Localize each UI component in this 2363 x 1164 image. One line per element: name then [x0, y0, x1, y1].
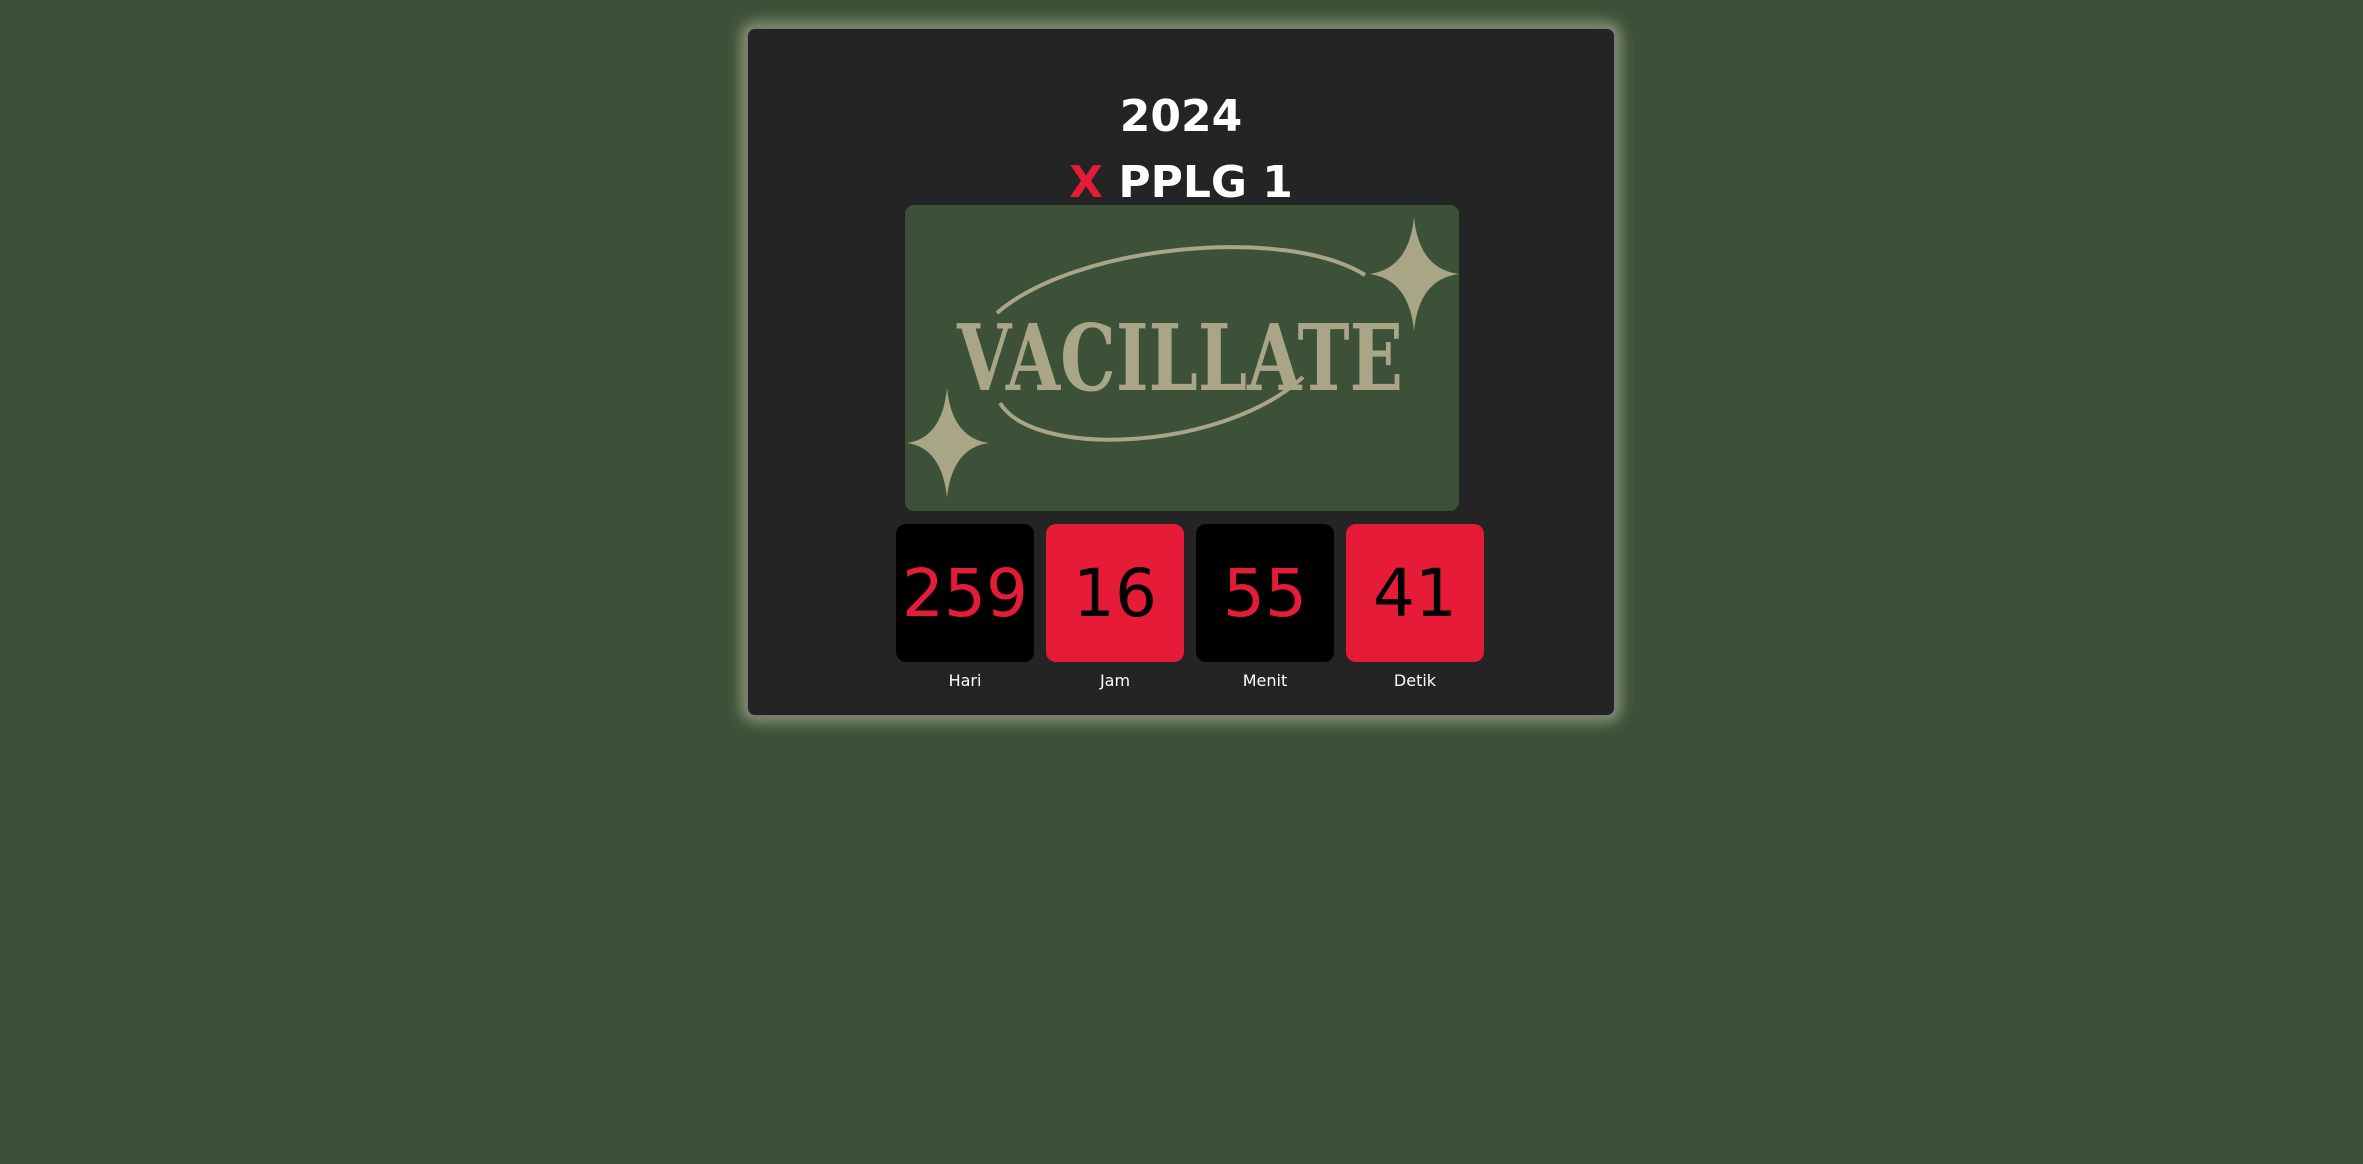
hours-label: Jam — [1099, 671, 1131, 690]
countdown-hours: 16 Jam — [1046, 524, 1184, 691]
seconds-label: Detik — [1393, 671, 1437, 690]
countdown-seconds: 41 Detik — [1346, 524, 1484, 691]
class-title: X PPLG 1 — [748, 153, 1614, 213]
hours-value: 16 — [1046, 524, 1184, 662]
countdown-boxes: 259 Hari 16 Jam 55 Menit 41 Detik — [896, 524, 1484, 694]
seconds-value: 41 — [1346, 524, 1484, 662]
minutes-value: 55 — [1196, 524, 1334, 662]
year-heading: 2024 — [1119, 91, 1243, 142]
class-prefix: X — [1069, 157, 1103, 208]
countdown-minutes: 55 Menit — [1196, 524, 1334, 691]
logo-wordmark: VACILLATE — [956, 304, 1403, 412]
vacillate-logo-image: VACILLATE — [905, 205, 1459, 511]
countdown-days: 259 Hari — [896, 524, 1034, 691]
days-label: Hari — [948, 671, 982, 690]
vacillate-logo-graphic: VACILLATE — [907, 217, 1459, 498]
days-value: 259 — [896, 524, 1034, 662]
countdown-card: 2024 X PPLG 1 VACILLATE 259 Hari 16 Jam … — [745, 26, 1617, 718]
minutes-label: Menit — [1242, 671, 1288, 690]
class-name: PPLG 1 — [1118, 157, 1293, 208]
